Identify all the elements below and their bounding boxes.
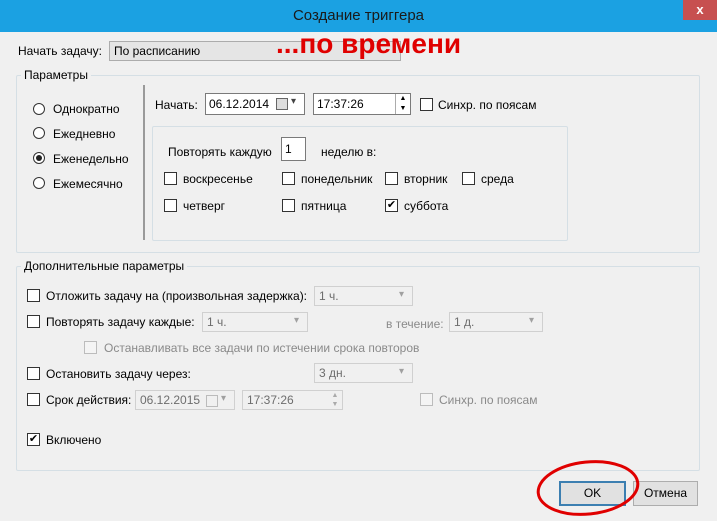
expire-label: Срок действия: (46, 393, 132, 407)
expire-date-field[interactable]: 06.12.2015 ▾ (135, 390, 235, 410)
chevron-down-icon: ▾ (529, 315, 535, 326)
duration-value: 1 д. (454, 315, 475, 329)
delay-value: 1 ч. (319, 289, 339, 303)
radio-once-label: Однократно (53, 102, 120, 116)
day-monday-checkbox[interactable] (282, 172, 295, 185)
begin-task-label: Начать задачу: (18, 44, 102, 58)
radio-daily-label: Ежедневно (53, 127, 116, 141)
radio-once[interactable] (33, 103, 45, 115)
duration-label: в течение: (386, 317, 444, 331)
settings-divider (143, 85, 145, 240)
day-tuesday-label: вторник (404, 172, 448, 186)
repeat-every-label: Повторять каждую (168, 145, 272, 159)
stop-all-label: Останавливать все задачи по истечении ср… (104, 341, 420, 355)
chevron-down-icon: ▾ (221, 393, 227, 404)
chevron-down-icon: ▾ (294, 315, 300, 326)
spin-arrows-icon: ▲ ▼ (331, 392, 339, 408)
start-time-value: 17:37:26 (317, 97, 364, 111)
day-thursday-label: четверг (183, 199, 225, 213)
check-icon: ✔ (386, 199, 397, 211)
sync-tz-checkbox[interactable] (420, 98, 433, 111)
day-wednesday-label: среда (481, 172, 514, 186)
calendar-icon[interactable] (276, 98, 288, 110)
expire-checkbox[interactable] (27, 393, 40, 406)
delay-checkbox[interactable] (27, 289, 40, 302)
start-time-field[interactable]: 17:37:26 ▲ ▼ (313, 93, 411, 115)
repeat-task-label: Повторять задачу каждые: (46, 315, 195, 329)
stop-after-label: Остановить задачу через: (46, 367, 191, 381)
start-label: Начать: (155, 98, 198, 112)
day-tuesday-checkbox[interactable] (385, 172, 398, 185)
start-date-field[interactable]: 06.12.2014 ▾ (205, 93, 305, 115)
check-icon: ✔ (28, 433, 39, 445)
enabled-checkbox[interactable]: ✔ (27, 433, 40, 446)
expire-date-value: 06.12.2015 (140, 393, 201, 407)
calendar-icon (206, 395, 218, 407)
advanced-legend: Дополнительные параметры (21, 259, 188, 273)
day-monday-label: понедельник (301, 172, 373, 186)
duration-select[interactable]: 1 д. ▾ (449, 312, 543, 332)
day-sunday-label: воскресенье (183, 172, 253, 186)
delay-select[interactable]: 1 ч. ▾ (314, 286, 413, 306)
highlight-circle (536, 460, 640, 516)
close-button[interactable]: x (683, 0, 717, 20)
day-saturday-checkbox[interactable]: ✔ (385, 199, 398, 212)
radio-monthly-label: Ежемесячно (53, 177, 123, 191)
expire-sync-label: Синхр. по поясам (439, 393, 538, 407)
start-date-value: 06.12.2014 (209, 97, 270, 111)
weeks-on-label: неделю в: (321, 145, 377, 159)
stop-after-checkbox[interactable] (27, 367, 40, 380)
repeat-every-input[interactable]: 1 (281, 137, 306, 161)
chevron-down-icon[interactable]: ▾ (291, 97, 301, 107)
settings-legend: Параметры (21, 68, 91, 82)
chevron-down-icon: ▾ (399, 366, 405, 377)
expire-sync-checkbox[interactable] (420, 393, 433, 406)
stop-all-checkbox[interactable] (84, 341, 97, 354)
stop-after-select[interactable]: 3 дн. ▾ (314, 363, 413, 383)
radio-daily[interactable] (33, 127, 45, 139)
radio-monthly[interactable] (33, 177, 45, 189)
day-friday-checkbox[interactable] (282, 199, 295, 212)
day-wednesday-checkbox[interactable] (462, 172, 475, 185)
stop-after-value: 3 дн. (319, 366, 346, 380)
day-thursday-checkbox[interactable] (164, 199, 177, 212)
expire-time-value: 17:37:26 (247, 393, 294, 407)
annotation-text: ...по времени (276, 28, 462, 59)
repeat-task-checkbox[interactable] (27, 315, 40, 328)
chevron-down-icon: ▾ (399, 289, 405, 300)
expire-time-field[interactable]: 17:37:26 ▲ ▼ (242, 390, 343, 410)
day-sunday-checkbox[interactable] (164, 172, 177, 185)
enabled-label: Включено (46, 433, 102, 447)
spin-arrows-icon[interactable]: ▲ ▼ (395, 94, 410, 114)
radio-weekly-label: Еженедельно (53, 152, 129, 166)
day-saturday-label: суббота (404, 199, 449, 213)
delay-label: Отложить задачу на (произвольная задержк… (46, 289, 308, 303)
day-friday-label: пятница (301, 199, 347, 213)
sync-tz-label: Синхр. по поясам (438, 98, 537, 112)
begin-task-value: По расписанию (114, 44, 201, 58)
repeat-task-value: 1 ч. (207, 315, 227, 329)
repeat-task-select[interactable]: 1 ч. ▾ (202, 312, 308, 332)
radio-weekly[interactable] (33, 152, 45, 164)
close-icon: x (696, 2, 704, 17)
repeat-every-value: 1 (285, 142, 292, 156)
